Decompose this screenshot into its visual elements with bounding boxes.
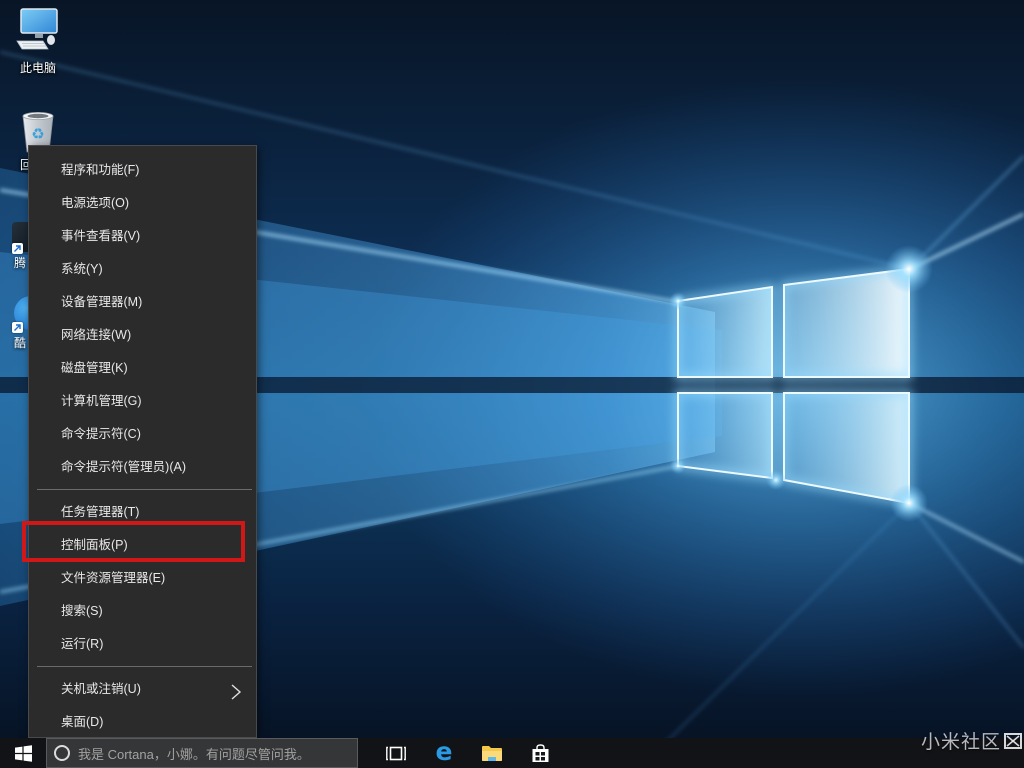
shortcut-arrow-icon — [12, 322, 23, 333]
menu-item-network-connections[interactable]: 网络连接(W) — [29, 319, 256, 352]
taskbar: 我是 Cortana，小娜。有问题尽管问我。 e — [0, 738, 1024, 768]
task-view-button[interactable] — [372, 738, 420, 768]
menu-item-run[interactable]: 运行(R) — [29, 628, 256, 661]
desktop-icon-this-pc[interactable]: 此电脑 — [0, 5, 76, 76]
menu-item-programs-and-features[interactable]: 程序和功能(F) — [29, 154, 256, 187]
menu-item-shutdown-or-signout[interactable]: 关机或注销(U) — [29, 673, 256, 706]
menu-item-device-manager[interactable]: 设备管理器(M) — [29, 286, 256, 319]
menu-item-control-panel[interactable]: 控制面板(P) — [29, 529, 256, 562]
file-explorer-icon — [481, 745, 503, 762]
file-explorer-button[interactable] — [468, 738, 516, 768]
windows-logo-icon — [15, 745, 32, 762]
menu-item-disk-management[interactable]: 磁盘管理(K) — [29, 352, 256, 385]
menu-item-file-explorer[interactable]: 文件资源管理器(E) — [29, 562, 256, 595]
menu-item-search[interactable]: 搜索(S) — [29, 595, 256, 628]
menu-item-command-prompt-admin[interactable]: 命令提示符(管理员)(A) — [29, 451, 256, 484]
menu-separator — [29, 661, 256, 673]
desktop-icon-label: 此电脑 — [0, 59, 76, 76]
menu-item-system[interactable]: 系统(Y) — [29, 253, 256, 286]
task-view-icon — [386, 746, 406, 761]
edge-browser-button[interactable]: e — [420, 738, 468, 768]
shortcut-arrow-icon — [12, 243, 23, 254]
search-placeholder-text: 我是 Cortana，小娜。有问题尽管问我。 — [78, 744, 310, 763]
cortana-search-input[interactable]: 我是 Cortana，小娜。有问题尽管问我。 — [46, 738, 358, 768]
menu-item-computer-management[interactable]: 计算机管理(G) — [29, 385, 256, 418]
desktop-icon-label: 腾 — [14, 254, 26, 271]
winx-context-menu: 程序和功能(F) 电源选项(O) 事件查看器(V) 系统(Y) 设备管理器(M)… — [28, 145, 257, 738]
taskbar-spacer — [358, 738, 372, 768]
menu-item-event-viewer[interactable]: 事件查看器(V) — [29, 220, 256, 253]
edge-icon: e — [436, 739, 453, 764]
start-button[interactable] — [0, 738, 46, 768]
menu-separator — [29, 484, 256, 496]
this-pc-icon — [13, 5, 63, 57]
menu-item-task-manager[interactable]: 任务管理器(T) — [29, 496, 256, 529]
cortana-ring-icon — [54, 745, 70, 761]
menu-item-desktop[interactable]: 桌面(D) — [29, 706, 256, 739]
svg-text:♻: ♻ — [31, 125, 44, 143]
menu-item-power-options[interactable]: 电源选项(O) — [29, 187, 256, 220]
desktop-icon-label: 酷 — [14, 334, 26, 351]
store-icon — [531, 744, 550, 763]
menu-item-command-prompt[interactable]: 命令提示符(C) — [29, 418, 256, 451]
store-button[interactable] — [516, 738, 564, 768]
